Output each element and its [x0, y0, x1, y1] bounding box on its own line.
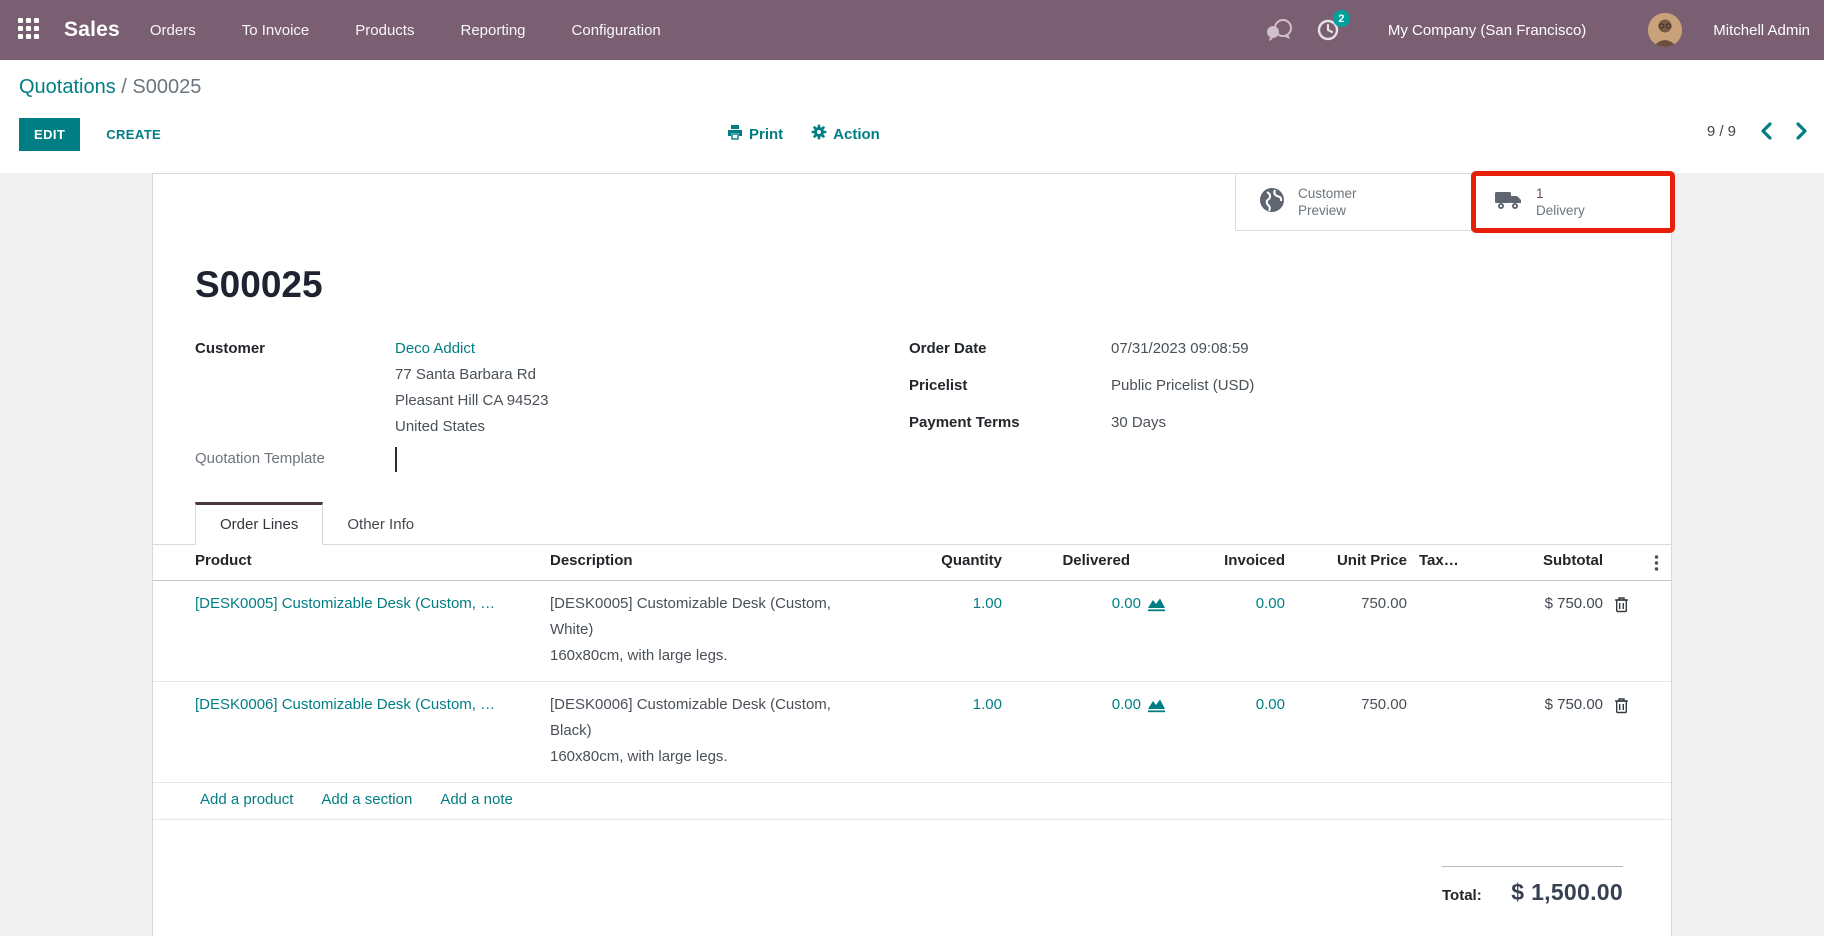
quotation-number-title: S00025 [195, 264, 1671, 306]
breadcrumb-separator: / [121, 76, 127, 98]
content-area: Customer Preview 1 D [0, 173, 1824, 936]
quotation-template-field[interactable] [395, 446, 855, 472]
customer-preview-button[interactable]: Customer Preview [1235, 174, 1471, 231]
notebook-tabs: Order Lines Other Info [153, 502, 1671, 545]
add-a-section-link[interactable]: Add a section [321, 791, 412, 808]
tab-order-lines[interactable]: Order Lines [195, 502, 323, 545]
smart-button-box: Customer Preview 1 D [153, 174, 1671, 231]
gear-icon [811, 124, 827, 144]
pricelist-value[interactable]: Public Pricelist (USD) [1111, 373, 1629, 399]
delivery-count: 1 [1536, 185, 1585, 202]
total-label: Total: [1442, 887, 1482, 904]
quantity-value: 1.00 [868, 682, 1002, 782]
table-row[interactable]: [DESK0005] Customizable Desk (Custom, … … [153, 581, 1671, 682]
control-panel: Quotations / S00025 EDIT CREATE Print [0, 60, 1824, 173]
nav-item-products[interactable]: Products [355, 22, 414, 39]
unit-price-value: 750.00 [1285, 682, 1407, 782]
order-date-value[interactable]: 07/31/2023 09:08:59 [1111, 336, 1629, 362]
address-line: United States [395, 414, 855, 440]
main-menu: Orders To Invoice Products Reporting Con… [150, 22, 661, 39]
address-line: 77 Santa Barbara Rd [395, 362, 855, 388]
invoiced-value: 0.00 [1166, 682, 1285, 782]
messages-icon[interactable] [1264, 18, 1294, 42]
pricelist-label: Pricelist [909, 373, 1111, 399]
tab-other-info[interactable]: Other Info [323, 505, 438, 544]
address-line: Pleasant Hill CA 94523 [395, 388, 855, 414]
app-name[interactable]: Sales [64, 18, 120, 42]
payment-terms-value[interactable]: 30 Days [1111, 410, 1629, 436]
pager-next-icon[interactable] [1795, 122, 1808, 140]
print-button[interactable]: Print [727, 124, 783, 144]
customer-label: Customer [195, 336, 395, 440]
forecast-chart-icon[interactable] [1147, 698, 1166, 713]
text-cursor [395, 447, 397, 472]
unit-price-value: 750.00 [1285, 581, 1407, 681]
add-a-product-link[interactable]: Add a product [200, 791, 293, 808]
optional-columns-icon[interactable] [1639, 545, 1673, 580]
breadcrumb-current: S00025 [132, 76, 201, 98]
pager-previous-icon[interactable] [1760, 122, 1773, 140]
nav-item-to-invoice[interactable]: To Invoice [242, 22, 310, 39]
field-groups: Customer Deco Addict 77 Santa Barbara Rd… [153, 306, 1671, 472]
quotation-form-sheet: Customer Preview 1 D [152, 173, 1672, 936]
breadcrumb-quotations[interactable]: Quotations [19, 76, 116, 98]
delivery-label: Delivery [1536, 202, 1585, 219]
nav-item-reporting[interactable]: Reporting [460, 22, 525, 39]
forecast-chart-icon[interactable] [1147, 597, 1166, 612]
breadcrumb: Quotations / S00025 [0, 60, 1824, 99]
printer-icon [727, 124, 743, 144]
order-total: Total: $ 1,500.00 [1442, 866, 1623, 906]
activity-badge: 2 [1333, 10, 1350, 27]
truck-icon [1494, 187, 1524, 218]
add-line-links: Add a product Add a section Add a note [153, 783, 1671, 820]
delivered-value: 0.00 [1112, 591, 1141, 617]
delivered-value: 0.00 [1112, 692, 1141, 718]
subtotal-value: $ 750.00 [1503, 682, 1603, 782]
pager-value: 9 / 9 [1707, 123, 1736, 140]
subtotal-value: $ 750.00 [1503, 581, 1603, 681]
delete-row-icon[interactable] [1614, 596, 1629, 613]
edit-button[interactable]: EDIT [19, 118, 80, 151]
activities-icon[interactable]: 2 [1316, 18, 1340, 42]
user-menu[interactable]: Mitchell Admin [1713, 22, 1810, 39]
table-row[interactable]: [DESK0006] Customizable Desk (Custom, … … [153, 682, 1671, 783]
order-lines-header: Product Description Quantity Delivered I… [153, 545, 1671, 581]
create-button[interactable]: CREATE [106, 127, 161, 142]
apps-menu-icon[interactable] [18, 18, 42, 42]
add-a-note-link[interactable]: Add a note [440, 791, 513, 808]
delete-row-icon[interactable] [1614, 697, 1629, 714]
delivery-smart-button[interactable]: 1 Delivery [1471, 174, 1671, 231]
product-link[interactable]: [DESK0006] Customizable Desk (Custom, … [195, 696, 495, 713]
top-navbar: Sales Orders To Invoice Products Reporti… [0, 0, 1824, 60]
customer-link[interactable]: Deco Addict [395, 336, 855, 362]
total-amount: $ 1,500.00 [1511, 879, 1623, 906]
nav-item-configuration[interactable]: Configuration [572, 22, 661, 39]
globe-icon [1258, 186, 1286, 219]
product-link[interactable]: [DESK0005] Customizable Desk (Custom, … [195, 595, 495, 612]
quotation-template-label: Quotation Template [195, 446, 395, 472]
action-button[interactable]: Action [811, 124, 880, 144]
payment-terms-label: Payment Terms [909, 410, 1111, 436]
quantity-value: 1.00 [868, 581, 1002, 681]
user-avatar[interactable] [1648, 13, 1682, 47]
nav-item-orders[interactable]: Orders [150, 22, 196, 39]
invoiced-value: 0.00 [1166, 581, 1285, 681]
order-date-label: Order Date [909, 336, 1111, 362]
company-switcher[interactable]: My Company (San Francisco) [1388, 22, 1586, 39]
